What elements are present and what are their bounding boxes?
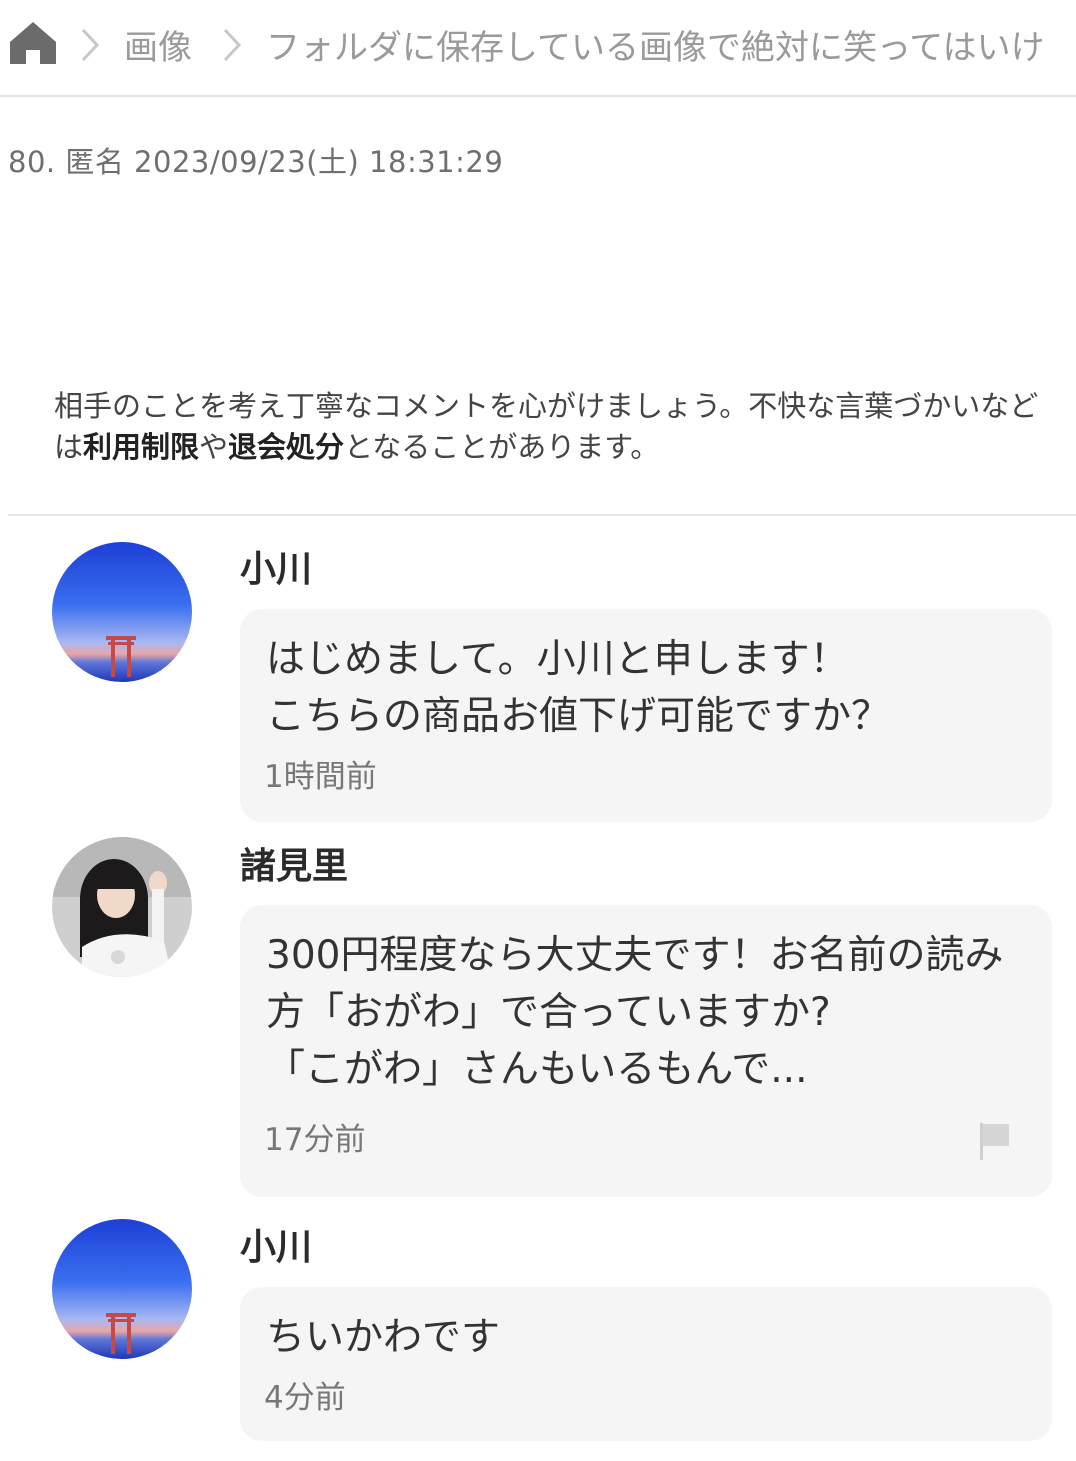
breadcrumb-thread-title[interactable]: フォルダに保存している画像で絶対に笑ってはいけ (266, 26, 1045, 70)
comment-text: 300円程度なら大丈夫です！お名前の読み方「おがわ」で合っていますか? 「こがわ… (266, 933, 1004, 1092)
comment-author-name[interactable]: 諸見里 (240, 843, 348, 891)
torii-sunset-avatar-image (52, 1219, 192, 1359)
breadcrumb-category-link[interactable]: 画像 (124, 26, 192, 70)
notice-bold-withdrawal: 退会処分 (228, 430, 345, 464)
notice-text-middle: や (199, 430, 229, 464)
notice-bold-usage-limit: 利用制限 (83, 430, 200, 464)
flag-icon[interactable] (978, 1121, 1012, 1161)
post-meta: 80. 匿名 2023/09/23(土) 18:31:29 (8, 145, 504, 179)
comment-author-name[interactable]: 小川 (240, 1224, 312, 1272)
comment-bubble: 300円程度なら大丈夫です！お名前の読み方「おがわ」で合っていますか? 「こがわ… (240, 905, 1052, 1197)
comment-bubble: ちいかわです 4分前 (240, 1287, 1052, 1441)
comment-bubble: はじめまして。小川と申します！ こちらの商品お値下げ可能ですか？ 1時間前 (240, 609, 1052, 822)
chevron-right-icon (81, 28, 100, 62)
comment-notice: 相手のことを考え丁寧なコメントを心がけましょう。不快な言葉づかいなどは利用制限や… (54, 386, 1054, 468)
avatar[interactable] (52, 1219, 192, 1359)
comment-text: はじめまして。小川と申します！ こちらの商品お値下げ可能ですか？ (266, 637, 891, 739)
torii-sunset-avatar-image (52, 542, 192, 682)
avatar[interactable] (52, 542, 192, 682)
person-photo-avatar-image (52, 837, 192, 977)
avatar[interactable] (52, 837, 192, 977)
comment-timestamp: 1時間前 (264, 759, 377, 795)
notice-text-after: となることがあります。 (344, 430, 660, 464)
breadcrumb: 画像 フォルダに保存している画像で絶対に笑ってはいけ (0, 0, 1076, 97)
comment-timestamp: 17分前 (264, 1122, 366, 1158)
comment-text: ちいかわです (266, 1315, 501, 1360)
chevron-right-icon (223, 28, 242, 62)
comment-author-name[interactable]: 小川 (240, 546, 312, 594)
comment-timestamp: 4分前 (264, 1380, 346, 1416)
divider (8, 514, 1076, 516)
home-icon[interactable] (8, 20, 58, 66)
